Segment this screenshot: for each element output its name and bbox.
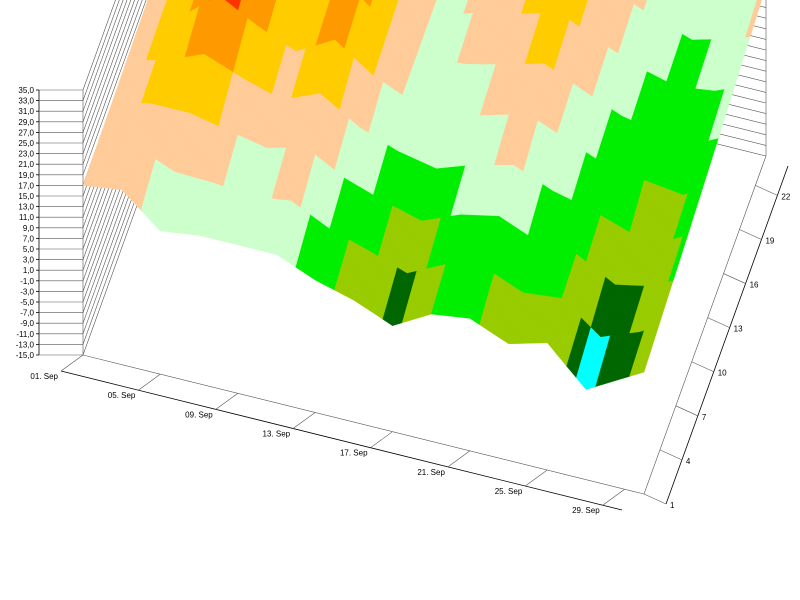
z-tick-label: -15,0 <box>16 351 35 360</box>
z-tick-label: 29,0 <box>18 118 34 127</box>
x-tick <box>447 450 471 468</box>
z-tick-label: 9,0 <box>23 224 35 233</box>
z-tick-label: -1,0 <box>20 277 34 286</box>
x-tick <box>602 488 625 506</box>
z-tick-label: -5,0 <box>20 298 34 307</box>
y-tick-label: 19 <box>765 236 774 245</box>
y-tick <box>659 449 683 461</box>
y-tick <box>707 317 730 328</box>
y-tick-label: 4 <box>686 457 691 466</box>
x-tick-label: 21. Sep <box>417 468 445 477</box>
y-tick-label: 1 <box>670 501 675 510</box>
y-tick-label: 16 <box>750 281 759 290</box>
z-tick-label: 21,0 <box>18 160 34 169</box>
y-tick-label: 10 <box>718 369 727 378</box>
z-tick-label: 11,0 <box>19 213 35 222</box>
z-tick-label: -11,0 <box>16 330 34 339</box>
y-tick <box>723 273 746 284</box>
y-tick-label: 7 <box>702 413 707 422</box>
floor-edge <box>82 354 645 495</box>
z-tick-label: 17,0 <box>18 181 34 190</box>
x-tick <box>370 431 393 448</box>
x-tick-label: 09. Sep <box>185 410 213 419</box>
z-tick-label: 3,0 <box>23 256 35 265</box>
y-tick <box>643 493 667 505</box>
x-tick-label: 13. Sep <box>263 430 291 439</box>
z-tick-label: 27,0 <box>18 128 34 137</box>
z-tick-label: -13,0 <box>16 340 35 349</box>
x-tick <box>292 412 316 429</box>
x-tick <box>525 469 548 487</box>
z-tick-label: -7,0 <box>20 309 34 318</box>
y-tick <box>691 361 714 373</box>
z-tick-label: 25,0 <box>18 139 34 148</box>
x-tick-label: 25. Sep <box>495 487 523 496</box>
z-tick-label: 23,0 <box>18 150 34 159</box>
x-tick-label: 29. Sep <box>572 506 600 515</box>
x-tick <box>215 393 238 410</box>
x-axis-line <box>60 370 623 511</box>
z-tick-label: 33,0 <box>18 97 34 106</box>
x-tick <box>138 373 161 391</box>
z-tick-label: 7,0 <box>23 234 35 243</box>
z-tick-label: 31,0 <box>18 107 34 116</box>
x-tick <box>60 354 84 372</box>
z-tick-label: 35,0 <box>18 86 34 95</box>
z-tick-label: 1,0 <box>23 266 35 275</box>
y-tick-label: 22 <box>781 192 790 201</box>
y-tick <box>755 185 778 196</box>
z-tick-label: 15,0 <box>18 192 34 201</box>
z-tick-label: 19,0 <box>18 171 34 180</box>
x-tick-label: 01. Sep <box>30 372 58 381</box>
x-tick-label: 17. Sep <box>340 449 368 458</box>
z-tick-label: 5,0 <box>23 245 35 254</box>
z-tick-label: -9,0 <box>20 319 34 328</box>
y-tick-label: 13 <box>734 325 743 334</box>
z-tick-label: -3,0 <box>20 287 34 296</box>
y-tick <box>739 229 762 240</box>
y-tick <box>675 405 698 417</box>
x-tick-label: 05. Sep <box>108 391 136 400</box>
z-tick-label: 13,0 <box>18 203 34 212</box>
surface-chart: 35,033,031,029,027,025,023,021,019,017,0… <box>16 0 791 515</box>
surface-plot <box>82 0 762 390</box>
